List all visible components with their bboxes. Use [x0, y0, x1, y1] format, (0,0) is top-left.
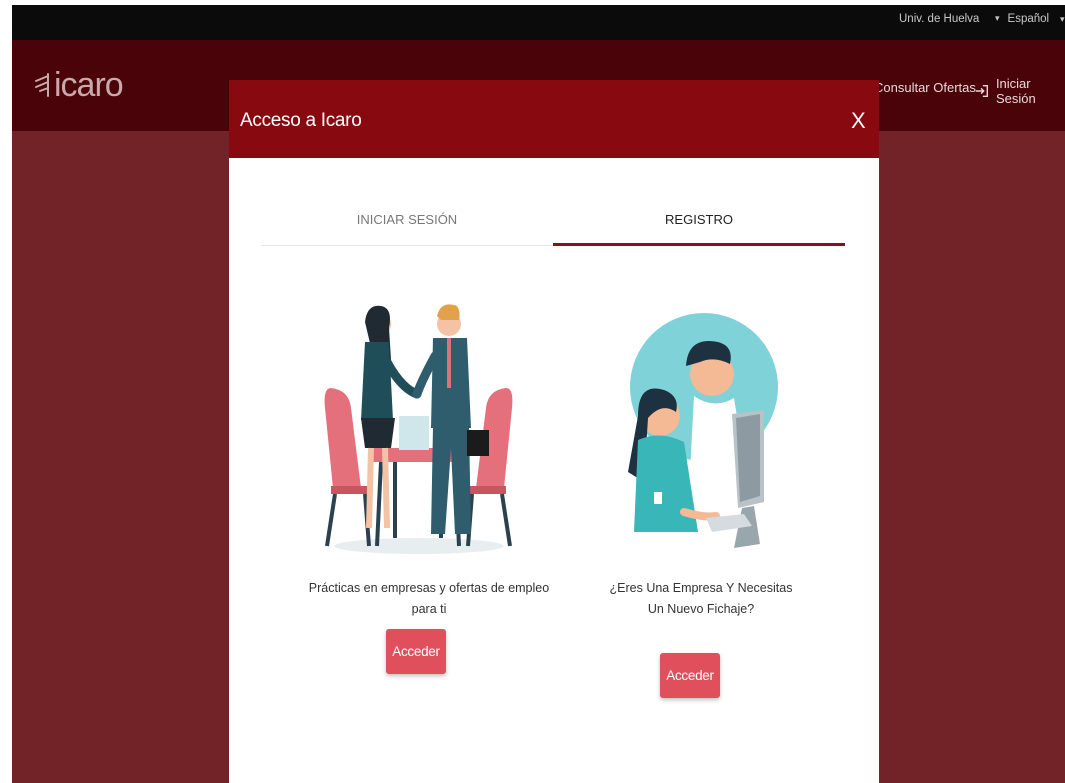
page-backdrop: Univ. de Huelva ▾ Español ▾ icaro Consul… [12, 5, 1065, 783]
nav-consultar-ofertas[interactable]: Consultar Ofertas [874, 80, 976, 95]
access-modal: Acceso a Icaro X INICIAR SESIÓN REGISTRO [229, 80, 879, 783]
tab-registro[interactable]: REGISTRO [553, 202, 845, 246]
university-link[interactable]: Univ. de Huelva [899, 13, 979, 25]
icaro-logo[interactable]: icaro [32, 66, 124, 104]
tab-iniciar-sesion[interactable]: INICIAR SESIÓN [261, 202, 553, 246]
language-label: Español [1007, 13, 1050, 25]
caret-down-icon: ▾ [995, 13, 1000, 23]
nav-iniciar-sesion[interactable]: Iniciar Sesión [974, 76, 1065, 106]
option-caption-students: Prácticas en empresas y ofertas de emple… [308, 581, 550, 616]
logo-text: icaro [54, 66, 124, 104]
close-button[interactable]: X [851, 108, 866, 134]
acceder-companies-button[interactable]: Acceder [660, 653, 720, 698]
language-selector[interactable]: ▾ Español [995, 13, 1049, 25]
modal-tabs: INICIAR SESIÓN REGISTRO [261, 202, 847, 246]
computer-workers-illustration-icon [628, 313, 778, 548]
logo-mark-icon [35, 73, 49, 97]
modal-title: Acceso a Icaro [240, 110, 362, 131]
caret-down-icon[interactable]: ▾ [1060, 14, 1065, 25]
login-icon [975, 84, 988, 98]
modal-header: Acceso a Icaro X [229, 80, 879, 158]
handshake-meeting-illustration-icon [324, 304, 513, 554]
nav-iniciar-sesion-label: Iniciar Sesión [995, 76, 1036, 106]
acceder-students-button[interactable]: Acceder [386, 629, 446, 674]
top-bar: Univ. de Huelva ▾ Español ▾ [12, 5, 1065, 40]
option-caption-companies: ¿Eres Una Empresa Y Necesitas Un Nuevo F… [609, 581, 793, 616]
